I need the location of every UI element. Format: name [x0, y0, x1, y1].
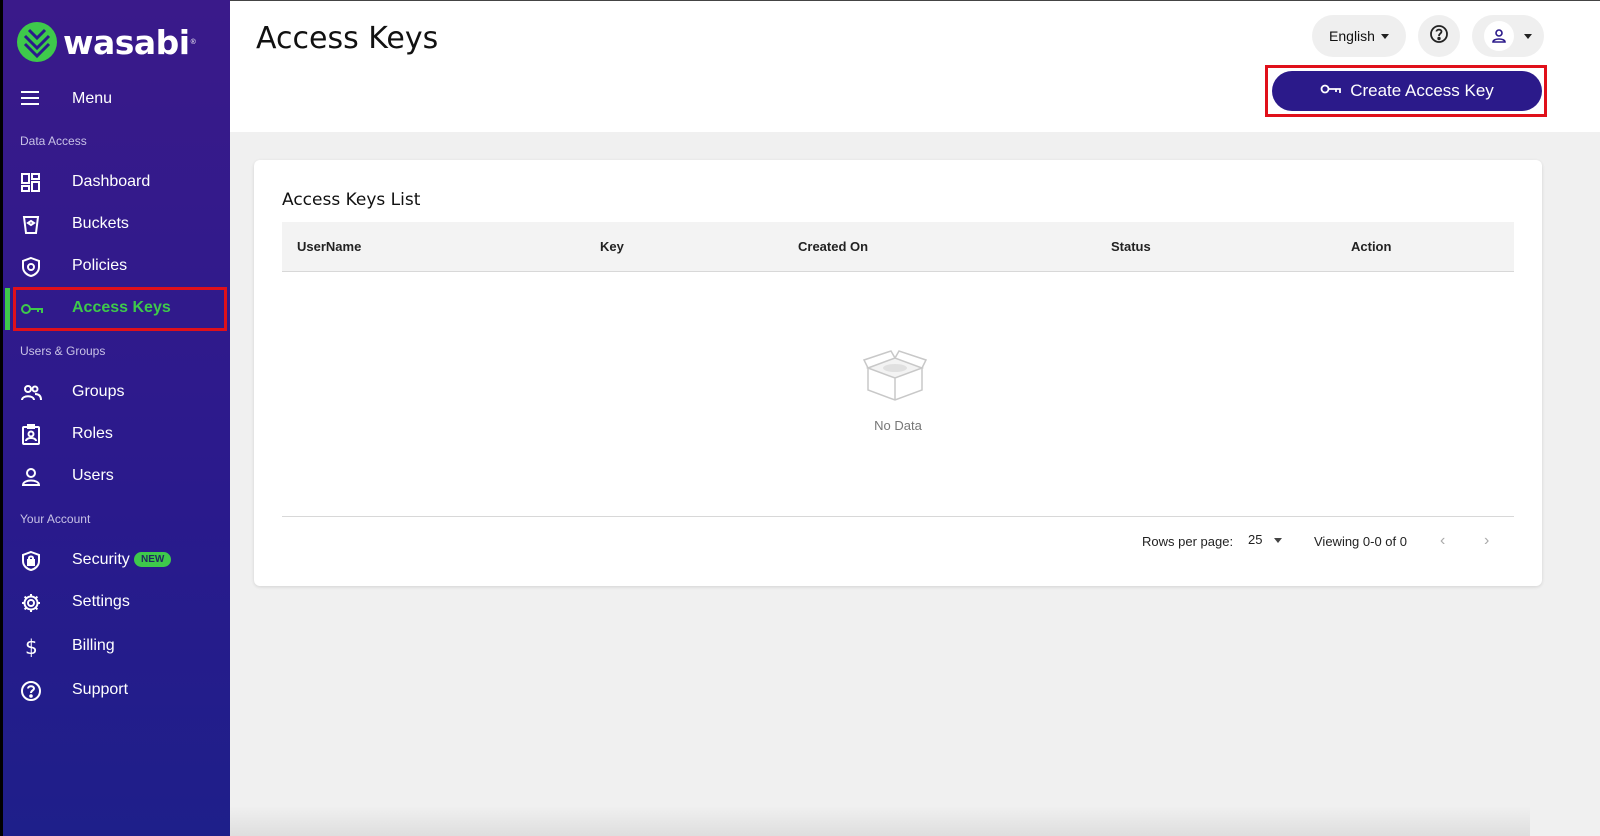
help-circle-icon	[1429, 24, 1449, 49]
wasabi-logo[interactable]: wasabi ®	[17, 22, 196, 62]
sidebar-item-groups[interactable]: Groups	[3, 372, 230, 412]
sidebar-item-label: Roles	[72, 425, 113, 442]
highlight-box-create: Create Access Key	[1265, 65, 1547, 117]
sidebar-item-label: Security	[72, 551, 130, 568]
chevron-right-icon[interactable]: ›	[1484, 532, 1489, 550]
column-header-created-on[interactable]: Created On	[798, 239, 868, 254]
caret-down-icon	[1524, 33, 1532, 39]
sidebar-item-label: Groups	[72, 383, 125, 400]
user-menu-button[interactable]	[1472, 15, 1544, 57]
sidebar-item-label: Settings	[72, 593, 130, 610]
access-keys-card: Access Keys List UserName Key Created On…	[254, 160, 1542, 586]
sidebar-item-label: Policies	[72, 257, 128, 274]
menu-toggle[interactable]: Menu	[3, 82, 230, 116]
role-badge-icon	[20, 424, 42, 446]
no-data-text: No Data	[874, 418, 922, 433]
brand-name: wasabi	[63, 22, 190, 62]
page-title: Access Keys	[256, 21, 439, 56]
menu-label: Menu	[72, 90, 113, 107]
wasabi-logo-icon	[17, 22, 57, 62]
sidebar-item-users[interactable]: Users	[3, 456, 230, 496]
caret-down-icon	[1380, 33, 1389, 39]
sidebar-item-dashboard[interactable]: Dashboard	[3, 162, 230, 202]
sidebar-item-label: Buckets	[72, 215, 129, 232]
dashboard-icon	[20, 172, 42, 194]
section-title-your-account: Your Account	[20, 512, 91, 526]
column-header-username[interactable]: UserName	[297, 239, 361, 254]
gear-icon	[20, 592, 42, 614]
shield-icon	[20, 256, 42, 278]
card-title: Access Keys List	[282, 190, 421, 210]
language-label: English	[1329, 28, 1375, 44]
create-access-key-button[interactable]: Create Access Key	[1272, 71, 1542, 111]
column-header-action: Action	[1351, 239, 1392, 254]
column-header-key[interactable]: Key	[600, 239, 624, 254]
main-content: Access Keys List UserName Key Created On…	[230, 132, 1600, 836]
avatar	[1484, 21, 1514, 51]
key-icon	[1320, 81, 1350, 101]
caret-down-icon[interactable]	[1274, 538, 1282, 543]
user-icon	[20, 466, 42, 488]
svg-text:$: $	[25, 636, 38, 658]
sidebar-item-billing[interactable]: $ Billing	[3, 626, 230, 666]
sidebar-item-buckets[interactable]: Buckets	[3, 204, 230, 244]
sidebar-item-label: Dashboard	[72, 173, 151, 190]
dollar-icon: $	[20, 635, 42, 659]
sidebar-item-roles[interactable]: Roles	[3, 414, 230, 454]
viewing-range: Viewing 0-0 of 0	[1314, 534, 1407, 549]
pagination: Rows per page: 25 Viewing 0-0 of 0 ‹ ›	[282, 530, 1514, 560]
sidebar-item-label: Support	[72, 681, 129, 698]
section-title-data-access: Data Access	[20, 134, 87, 148]
sidebar-item-security[interactable]: Security NEW	[3, 540, 230, 580]
help-circle-icon	[20, 680, 42, 702]
chevron-left-icon[interactable]: ‹	[1440, 532, 1445, 550]
language-selector[interactable]: English	[1312, 15, 1406, 57]
highlight-box-access-keys	[13, 287, 227, 331]
sidebar-item-label: Billing	[72, 637, 115, 654]
empty-box-icon	[862, 350, 928, 407]
table-header: UserName Key Created On Status Action	[282, 222, 1514, 272]
empty-state: No Data	[282, 272, 1514, 517]
help-button[interactable]	[1418, 15, 1460, 57]
security-shield-icon	[20, 550, 42, 572]
sidebar-item-support[interactable]: Support	[3, 670, 230, 710]
column-header-status[interactable]: Status	[1111, 239, 1151, 254]
bucket-icon	[20, 214, 42, 236]
brand-reg: ®	[190, 38, 196, 46]
hamburger-icon	[20, 90, 40, 111]
groups-icon	[20, 382, 42, 404]
rows-per-page-label: Rows per page:	[1142, 534, 1234, 549]
rows-per-page-select[interactable]: 25	[1248, 532, 1262, 547]
page-header: Access Keys English Create Access Key	[230, 0, 1600, 132]
new-badge: NEW	[134, 552, 172, 567]
section-title-users-groups: Users & Groups	[20, 344, 106, 358]
sidebar-item-settings[interactable]: Settings	[3, 582, 230, 622]
create-access-key-label: Create Access Key	[1350, 81, 1494, 100]
sidebar: wasabi ® Menu Data Access Dashboard Bucke…	[0, 0, 230, 836]
sidebar-item-policies[interactable]: Policies	[3, 246, 230, 286]
sidebar-item-label: Users	[72, 467, 114, 484]
